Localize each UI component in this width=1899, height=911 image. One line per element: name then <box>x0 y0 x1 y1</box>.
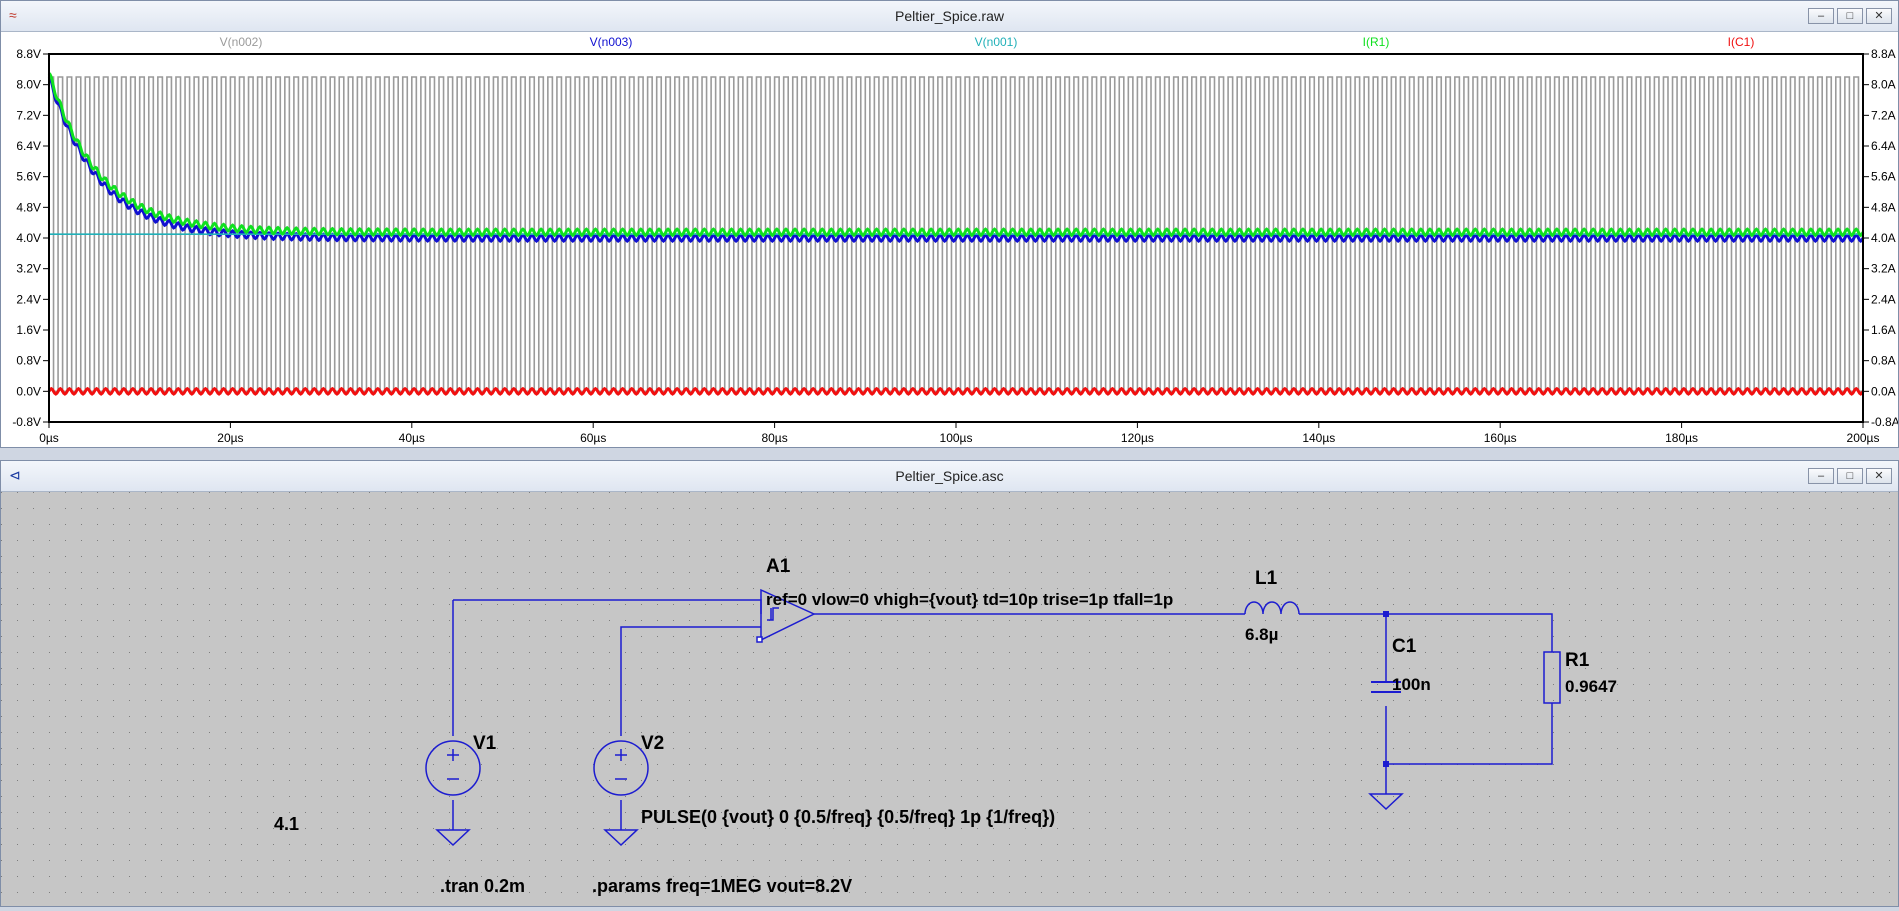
legend-I(R1)[interactable]: I(R1) <box>1363 35 1390 49</box>
l1-value[interactable]: 6.8µ <box>1245 625 1278 644</box>
legend-V(n002)[interactable]: V(n002) <box>220 35 263 49</box>
schematic-window-title: Peltier_Spice.asc <box>895 468 1004 484</box>
x-tick-label: 100µs <box>940 431 973 445</box>
y-tick-label-right: 1.6A <box>1871 323 1896 337</box>
y-tick-label-right: 8.0A <box>1871 78 1896 92</box>
y-tick-label-right: 8.8A <box>1871 47 1896 61</box>
x-tick-label: 40µs <box>399 431 425 445</box>
restore-button[interactable]: □ <box>1837 8 1863 24</box>
y-tick-label-left: 4.8V <box>16 200 41 214</box>
y-tick-label-right: 3.2A <box>1871 262 1896 276</box>
y-tick-label-left: 1.6V <box>16 323 41 337</box>
schematic-drawing[interactable]: A1 ref=0 vlow=0 vhigh={vout} td=10p tris… <box>1 492 1898 906</box>
x-tick-label: 20µs <box>217 431 243 445</box>
x-tick-label: 180µs <box>1665 431 1698 445</box>
y-tick-label-left: 8.8V <box>16 47 41 61</box>
schematic-canvas[interactable]: A1 ref=0 vlow=0 vhigh={vout} td=10p tris… <box>1 492 1898 906</box>
y-tick-label-right: 2.4A <box>1871 292 1896 306</box>
c1-value[interactable]: 100n <box>1392 675 1431 694</box>
legend-V(n001)[interactable]: V(n001) <box>975 35 1018 49</box>
y-tick-label-left: 6.4V <box>16 139 41 153</box>
a1-params-label[interactable]: ref=0 vlow=0 vhigh={vout} td=10p trise=1… <box>766 590 1173 609</box>
r1-designator[interactable]: R1 <box>1565 650 1590 671</box>
x-tick-label: 200µs <box>1847 431 1880 445</box>
y-tick-label-left: 4.0V <box>16 231 41 245</box>
y-tick-label-left: 2.4V <box>16 292 41 306</box>
y-tick-label-right: 0.8A <box>1871 354 1896 368</box>
tran-directive[interactable]: .tran 0.2m <box>440 876 525 896</box>
y-tick-label-right: 6.4A <box>1871 139 1896 153</box>
x-tick-label: 80µs <box>761 431 787 445</box>
junction-dot <box>1383 611 1389 617</box>
params-directive[interactable]: .params freq=1MEG vout=8.2V <box>592 876 852 896</box>
r1-value[interactable]: 0.9647 <box>1565 677 1617 696</box>
trace-I(C1)[interactable] <box>47 386 1865 396</box>
y-tick-label-left: 0.8V <box>16 354 41 368</box>
y-tick-label-left: 0.0V <box>16 384 41 398</box>
close-button[interactable]: ✕ <box>1866 8 1892 24</box>
y-tick-label-left: 3.2V <box>16 262 41 276</box>
l1-designator[interactable]: L1 <box>1255 568 1278 589</box>
c1-designator[interactable]: C1 <box>1392 636 1417 657</box>
close-button[interactable]: ✕ <box>1866 468 1892 484</box>
waveform-window: ≈ Peltier_Spice.raw – □ ✕ 8.8V 8.8A 8.0V 8.… <box>0 0 1899 448</box>
x-tick-label: 0µs <box>39 431 59 445</box>
legend-V(n003)[interactable]: V(n003) <box>590 35 633 49</box>
y-tick-label-left: 7.2V <box>16 108 41 122</box>
waveform-chart[interactable]: 8.8V 8.8A 8.0V 8.0A 7.2V 7.2A 6.4V 6.4A 5.6V 5.6A… <box>1 32 1899 447</box>
minimize-button[interactable]: – <box>1808 468 1834 484</box>
schematic-window: ⊲ Peltier_Spice.asc – □ ✕ A1 ref=0 vlow=… <box>0 460 1899 907</box>
a1-designator[interactable]: A1 <box>766 556 791 577</box>
minimize-button[interactable]: – <box>1808 8 1834 24</box>
waveform-titlebar[interactable]: ≈ Peltier_Spice.raw – □ ✕ <box>1 1 1898 32</box>
waveform-plot-area[interactable]: 8.8V 8.8A 8.0V 8.0A 7.2V 7.2A 6.4V 6.4A 5.6V 5.6A… <box>1 32 1899 447</box>
y-tick-label-left: 5.6V <box>16 170 41 184</box>
schematic-titlebar[interactable]: ⊲ Peltier_Spice.asc – □ ✕ <box>1 461 1898 492</box>
y-tick-label-right: 4.8A <box>1871 200 1896 214</box>
grid-dots <box>1 492 1898 906</box>
x-tick-label: 120µs <box>1121 431 1154 445</box>
x-tick-label: 60µs <box>580 431 606 445</box>
y-tick-label-right: 5.6A <box>1871 170 1896 184</box>
y-tick-label-right: -0.8A <box>1871 415 1898 429</box>
x-tick-label: 140µs <box>1302 431 1335 445</box>
v1-designator[interactable]: V1 <box>473 733 497 754</box>
waveform-window-title: Peltier_Spice.raw <box>895 8 1004 24</box>
x-tick-label: 160µs <box>1484 431 1517 445</box>
y-tick-label-left: -0.8V <box>12 415 41 429</box>
junction-dot <box>1383 761 1389 767</box>
y-tick-label-right: 7.2A <box>1871 108 1896 122</box>
legend-I(C1)[interactable]: I(C1) <box>1728 35 1755 49</box>
v2-designator[interactable]: V2 <box>641 733 664 754</box>
y-tick-label-left: 8.0V <box>16 78 41 92</box>
v2-value[interactable]: PULSE(0 {vout} 0 {0.5/freq} {0.5/freq} 1… <box>641 807 1055 827</box>
y-tick-label-right: 0.0A <box>1871 384 1896 398</box>
restore-button[interactable]: □ <box>1837 468 1863 484</box>
y-tick-label-right: 4.0A <box>1871 231 1896 245</box>
v1-value[interactable]: 4.1 <box>274 814 299 834</box>
